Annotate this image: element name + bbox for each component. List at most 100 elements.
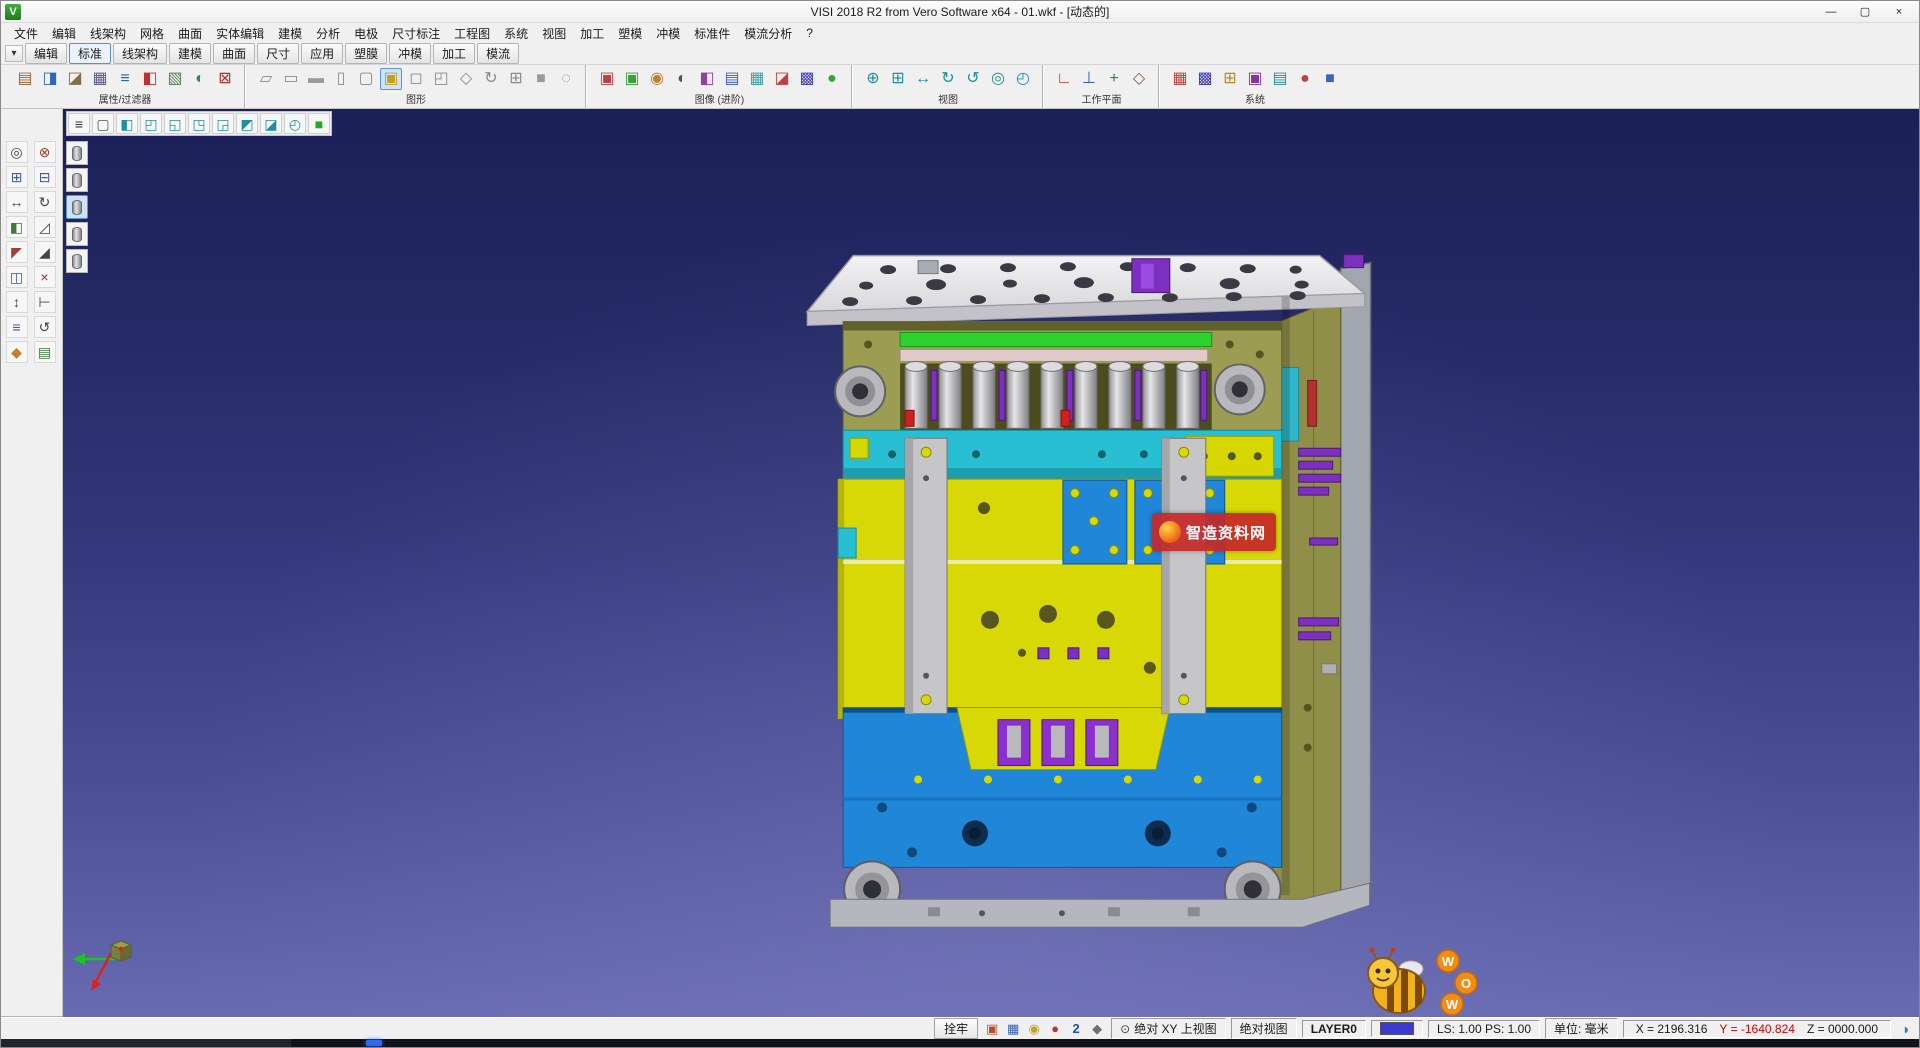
start-button[interactable]	[366, 1040, 382, 1046]
menu-item[interactable]: 工程图	[447, 23, 497, 44]
layer-manager-icon[interactable]: ▩	[1194, 68, 1216, 90]
rotate-view-icon[interactable]: ↻	[937, 68, 959, 90]
system-options-icon[interactable]: ▣	[1244, 68, 1266, 90]
texture-icon[interactable]: ▦	[746, 68, 768, 90]
measure-icon[interactable]: ↕	[6, 291, 28, 313]
pan-view-icon[interactable]: ↔	[912, 68, 934, 90]
doc-state-icon[interactable]: ▣	[983, 1020, 1001, 1038]
mirror-icon[interactable]: ◧	[6, 216, 28, 238]
menu-item[interactable]: 标准件	[687, 23, 737, 44]
menu-item[interactable]: 尺寸标注	[385, 23, 447, 44]
ribbon-tab[interactable]: 线架构	[113, 43, 167, 64]
ribbon-tab[interactable]: 尺寸	[257, 43, 299, 64]
grid-icon[interactable]: ▤	[1269, 68, 1291, 90]
sweep-tool-icon[interactable]	[66, 195, 88, 219]
new-window-icon[interactable]: ▢	[92, 113, 114, 134]
revolve-tool-icon[interactable]	[66, 168, 88, 192]
shaded-icon[interactable]: ▬	[305, 68, 327, 90]
shaded-view-icon[interactable]: ■	[308, 113, 330, 134]
database-icon[interactable]: ■	[1319, 68, 1341, 90]
front-view-icon[interactable]: ◱	[164, 113, 186, 134]
transparency-icon[interactable]: ◻	[405, 68, 427, 90]
render-mode-toggle-icon[interactable]: ◑	[1896, 1020, 1914, 1038]
workplane-align-icon[interactable]: +	[1103, 68, 1125, 90]
menu-item[interactable]: 电极	[347, 23, 385, 44]
paint-attributes-icon[interactable]: ◪	[64, 68, 86, 90]
dimension-icon[interactable]: ⊢	[34, 291, 56, 313]
menu-item[interactable]: 视图	[535, 23, 573, 44]
rotate-icon[interactable]: ↻	[34, 191, 56, 213]
ribbon-tab[interactable]: 曲面	[213, 43, 255, 64]
render-solid-icon[interactable]: ■	[530, 68, 552, 90]
menu-item[interactable]: 网格	[133, 23, 171, 44]
layer-segment[interactable]: LAYER0	[1302, 1020, 1366, 1038]
ribbon-tab[interactable]: 编辑	[25, 43, 67, 64]
background-icon[interactable]: ▤	[721, 68, 743, 90]
report-icon[interactable]: ▤	[34, 341, 56, 363]
box-display-icon[interactable]: ▢	[355, 68, 377, 90]
ribbon-tab[interactable]: 加工	[433, 43, 475, 64]
menu-item[interactable]: 文件	[7, 23, 45, 44]
move-icon[interactable]: ↔	[6, 191, 28, 213]
isometric-display-icon[interactable]: ◇	[455, 68, 477, 90]
ribbon-tab[interactable]: 模流	[477, 43, 519, 64]
menu-item[interactable]: 分析	[309, 23, 347, 44]
copy-element-icon[interactable]: ⊞	[6, 166, 28, 188]
zoom-window-icon[interactable]: ⊞	[887, 68, 909, 90]
menu-item[interactable]: 建模	[271, 23, 309, 44]
named-views-icon[interactable]: ◎	[987, 68, 1009, 90]
match-properties-icon[interactable]: ▤	[14, 68, 36, 90]
back-view-icon[interactable]: ◩	[236, 113, 258, 134]
hidden-line-icon[interactable]: ▭	[280, 68, 302, 90]
snap-settings-icon[interactable]: ⊞	[1219, 68, 1241, 90]
zoom-extents-icon[interactable]: ⊞	[505, 68, 527, 90]
extend-icon[interactable]: ◢	[34, 241, 56, 263]
menu-item[interactable]: 塑模	[611, 23, 649, 44]
viewbar-menu-icon[interactable]: ≡	[68, 113, 90, 134]
undo-icon[interactable]: ↺	[34, 316, 56, 338]
layer-filter-icon[interactable]: ≡	[114, 68, 136, 90]
right-view-icon[interactable]: ◳	[188, 113, 210, 134]
left-view-icon[interactable]: ◲	[212, 113, 234, 134]
ghost-display-icon[interactable]: ◌	[555, 68, 577, 90]
shadow-icon[interactable]: ◐	[671, 68, 693, 90]
copy-attributes-icon[interactable]: ◨	[39, 68, 61, 90]
render-quality-icon[interactable]: ▣	[596, 68, 618, 90]
plot-icon[interactable]: ●	[1294, 68, 1316, 90]
close-button[interactable]: ×	[1883, 3, 1915, 21]
menu-item[interactable]: 实体编辑	[209, 23, 271, 44]
menu-item[interactable]: 曲面	[171, 23, 209, 44]
ribbon-tab[interactable]: 应用	[301, 43, 343, 64]
trim-icon[interactable]: ◤	[6, 241, 28, 263]
layers-panel-icon[interactable]: ≡	[6, 316, 28, 338]
light-icon[interactable]: ◉	[646, 68, 668, 90]
material-icon[interactable]: ▣	[621, 68, 643, 90]
workplane-xy-icon[interactable]: ∟	[1053, 68, 1075, 90]
units-segment[interactable]: 单位: 毫米	[1545, 1018, 1618, 1039]
menu-item[interactable]: 加工	[573, 23, 611, 44]
offset-icon[interactable]: ◫	[6, 266, 28, 288]
ribbon-tab[interactable]: 塑膜	[345, 43, 387, 64]
clear-filter-icon[interactable]: ⊠	[214, 68, 236, 90]
ribbon-tab[interactable]: 冲模	[389, 43, 431, 64]
selection-count[interactable]: 2	[1067, 1020, 1085, 1038]
menu-item[interactable]: ?	[799, 24, 820, 42]
color-filter-icon[interactable]: ◧	[139, 68, 161, 90]
stretch-icon[interactable]: ◿	[34, 216, 56, 238]
dynamic-rotate-icon[interactable]: ↻	[480, 68, 502, 90]
section-view-icon[interactable]: ◰	[430, 68, 452, 90]
dynamic-view-icon[interactable]: ◴	[284, 113, 306, 134]
lock-toggle[interactable]: 拴牢	[934, 1018, 978, 1039]
antialias-icon[interactable]: ▩	[796, 68, 818, 90]
viewport-3d[interactable]: ≡▢◧◰◱◳◲◩◪◴■ 智造资料网	[63, 109, 1919, 1017]
loft-tool-icon[interactable]	[66, 222, 88, 246]
menu-item[interactable]: 系统	[497, 23, 535, 44]
shaded-edges-icon[interactable]: ▣	[380, 68, 402, 90]
reflection-icon[interactable]: ◪	[771, 68, 793, 90]
shell-tool-icon[interactable]	[66, 249, 88, 273]
minimize-button[interactable]: —	[1815, 3, 1847, 21]
element-filter-icon[interactable]: ▦	[89, 68, 111, 90]
cut-icon[interactable]: ⊗	[34, 141, 56, 163]
workplane-3pt-icon[interactable]: ⊥	[1078, 68, 1100, 90]
ribbon-tab[interactable]: 标准	[69, 43, 111, 64]
